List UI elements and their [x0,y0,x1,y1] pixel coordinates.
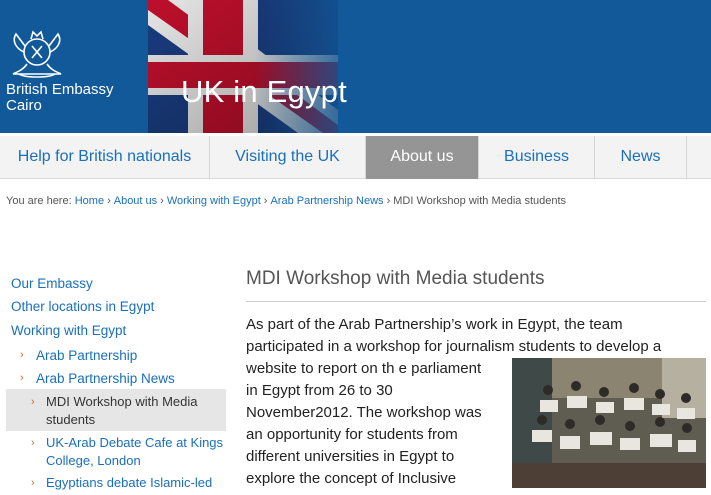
article-line: explore the concept of Inclusive [246,470,457,487]
site-header: British Embassy Cairo UK in Egypt [0,0,711,133]
embassy-name-line1: British Embassy [6,81,114,98]
sidebar-item-label: Arab Partnership [36,348,138,363]
chevron-right-icon: › [31,477,35,489]
breadcrumb-link-working-with-egypt[interactable]: Working with Egypt [167,195,261,207]
nav-news[interactable]: News [595,136,687,179]
breadcrumb-link-home[interactable]: Home [75,195,104,207]
nav-business[interactable]: Business [479,136,595,179]
sidebar-item-other-locations[interactable]: Other locations in Egypt [11,299,154,314]
article-line: in Egypt from 26 to 30 [246,382,393,399]
sidebar-item-our-embassy[interactable]: Our Embassy [11,276,93,291]
sidebar-item-label: UK-Arab Debate Cafe at Kings College, Lo… [46,434,223,470]
breadcrumb-separator: › [263,195,268,207]
nav-about-us[interactable]: About us [366,136,479,179]
page-title: MDI Workshop with Media students [246,268,545,289]
nav-help-for-british-nationals[interactable]: Help for British nationals [0,136,210,179]
article-line: website to report on th e parliament [246,360,482,377]
article-line: different universities in Egypt to [246,448,455,465]
title-divider [246,301,706,302]
breadcrumb-prefix: You are here: [6,195,72,207]
group-photo-image[interactable] [512,358,706,488]
site-title[interactable]: UK in Egypt [181,74,347,110]
sidebar-item-label-line2: students [46,412,96,427]
breadcrumb-separator: › [386,195,391,207]
article-line: participated in a workshop for journalis… [246,338,662,355]
sidebar-item-working-with-egypt[interactable]: Working with Egypt [11,323,126,338]
sidebar-item-label-line1: Egyptians debate Islamic-led [46,475,213,490]
sidebar-item-label-line1: UK-Arab Debate Cafe at Kings [46,435,224,450]
main-navigation: Help for British nationals Visiting the … [0,133,711,179]
article-line: an opportunity for students from [246,426,458,443]
breadcrumb-separator: › [160,195,164,207]
sidebar-item-label: Egyptians debate Islamic-led [46,474,212,492]
breadcrumb-current: MDI Workshop with Media students [393,195,567,207]
article-line: November2012. The workshop was [246,404,482,421]
chevron-right-icon: › [31,437,35,449]
chevron-right-icon: › [20,349,24,361]
embassy-name[interactable]: British Embassy Cairo [6,82,114,114]
nav-visiting-the-uk[interactable]: Visiting the UK [210,136,366,179]
article-line: As part of the Arab Partnership’s work i… [246,316,623,333]
royal-crest-icon [5,22,69,82]
chevron-right-icon: › [20,372,24,384]
flag-fade [255,0,365,133]
sidebar-item-label: MDI Workshop with Media students [46,393,197,429]
breadcrumb-separator: › [107,195,111,207]
sidebar-item-label: Arab Partnership News [36,371,175,386]
breadcrumb-link-about-us[interactable]: About us [114,195,157,207]
sidebar-item-label-line2: College, London [46,453,141,468]
sidebar-item-label-line1: MDI Workshop with Media [46,394,198,409]
embassy-name-line2: Cairo [6,97,42,114]
chevron-right-icon: › [31,396,35,408]
breadcrumb-link-arab-partnership-news[interactable]: Arab Partnership News [270,195,383,207]
breadcrumb: You are here: Home › About us › Working with… [6,195,566,207]
